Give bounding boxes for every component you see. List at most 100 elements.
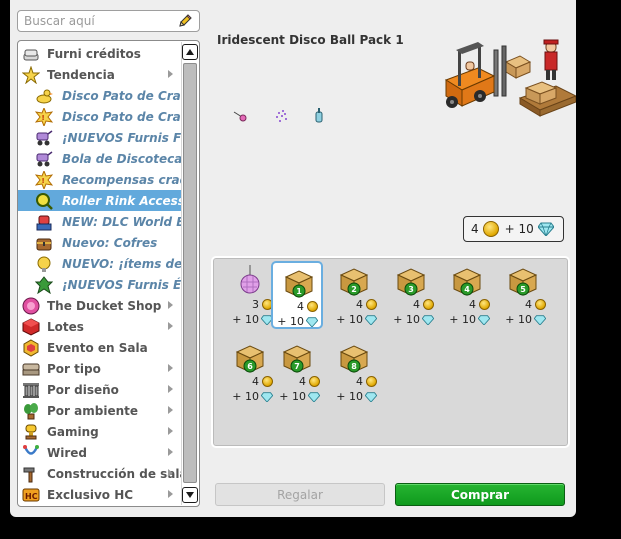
- columns-icon: [23, 382, 39, 398]
- offer-tile[interactable]: 7 4 + 10: [271, 338, 323, 406]
- chevron-right-icon[interactable]: [168, 448, 173, 456]
- nav-item[interactable]: The Ducket Shop: [18, 295, 181, 316]
- hc-icon: HC: [22, 488, 40, 501]
- gift-box-icon: 1: [284, 270, 314, 298]
- chevron-right-icon[interactable]: [168, 301, 173, 309]
- nav-item[interactable]: Gaming: [18, 421, 181, 442]
- nav-item[interactable]: Nuevo: Cofres: [18, 232, 181, 253]
- nav-item[interactable]: Por tipo: [18, 358, 181, 379]
- credit-coin-icon: [479, 299, 490, 310]
- box-number: 7: [294, 362, 300, 371]
- nav-item-label: NEW: DLC World Bag: [62, 214, 181, 229]
- nav-item-label: Por ambiente: [47, 403, 138, 418]
- offer-credits: 4: [413, 298, 420, 311]
- gift-button[interactable]: Regalar: [215, 483, 385, 506]
- pencil-icon[interactable]: [177, 13, 193, 29]
- nav-item[interactable]: Por diseño: [18, 379, 181, 400]
- diamond-icon: [478, 314, 490, 325]
- offer-credits-line: 4: [525, 298, 546, 311]
- nav-item-label: NUEVO: ¡ítems de Mo: [62, 256, 181, 271]
- nav-item[interactable]: ¡NUEVOS Furnis Élficos: [18, 274, 181, 295]
- nav-item[interactable]: HC Exclusivo HC: [18, 484, 181, 505]
- offer-credits-line: 4: [356, 298, 377, 311]
- category-panel: Furni créditos Tendencia Disco Pato de Cra…: [17, 40, 200, 507]
- box-number: 6: [247, 362, 253, 371]
- chevron-right-icon[interactable]: [168, 70, 173, 78]
- product-title: Iridescent Disco Ball Pack 1: [217, 33, 404, 47]
- nav-item-label: Disco Pato de Crafteo: [62, 109, 181, 124]
- box-number: 8: [351, 362, 357, 371]
- price-credits: 4: [471, 222, 479, 236]
- scroll-up-button[interactable]: [182, 44, 198, 60]
- stroller-icon: [36, 129, 53, 145]
- nav-item[interactable]: Tendencia: [18, 64, 181, 85]
- chevron-right-icon[interactable]: [168, 469, 173, 477]
- nav-item[interactable]: Bola de Discoteca Iridiscente: [18, 148, 181, 169]
- scroll-thumb[interactable]: [183, 63, 197, 483]
- chevron-right-icon[interactable]: [168, 322, 173, 330]
- offer-tile[interactable]: 3 4 + 10: [385, 261, 437, 329]
- disco-ball-icon: [240, 265, 260, 294]
- buy-button[interactable]: Comprar: [395, 483, 565, 506]
- nav-item-label: ¡NUEVOS Furnis Élficos: [62, 277, 181, 292]
- chevron-right-icon[interactable]: [168, 490, 173, 498]
- offer-tile[interactable]: 4 4 + 10: [441, 261, 493, 329]
- svg-text:HC: HC: [25, 492, 38, 501]
- nav-item[interactable]: Por ambiente: [18, 400, 181, 421]
- gift-box-icon: 4: [452, 268, 482, 296]
- gift-box-icon: 3: [396, 268, 426, 296]
- offer-diamonds: + 10: [232, 313, 259, 326]
- nav-item-label: Disco Pato de Crafteo: [62, 88, 181, 103]
- search-input[interactable]: [24, 11, 174, 31]
- offer-tile[interactable]: 1 4 + 10: [271, 261, 323, 329]
- nav-item[interactable]: Roller Rink Accessories: [18, 190, 181, 211]
- offer-diamonds: + 10: [279, 390, 306, 403]
- pack-preview-items: [233, 108, 323, 123]
- offer-credits-line: 4: [469, 298, 490, 311]
- offer-diamonds: + 10: [336, 313, 363, 326]
- magnifier-icon: [36, 192, 53, 210]
- diamond-icon: [537, 222, 554, 236]
- nav-item[interactable]: ! Disco Pato de Crafteo: [18, 106, 181, 127]
- scroll-down-button[interactable]: [182, 487, 198, 503]
- svg-text:!: !: [42, 114, 45, 122]
- category-list: Furni créditos Tendencia Disco Pato de Cra…: [18, 43, 181, 505]
- catalog-window: Furni créditos Tendencia Disco Pato de Cra…: [10, 0, 576, 517]
- nav-item[interactable]: NUEVO: ¡ítems de Mo: [18, 253, 181, 274]
- offer-grid: 3 + 10 1 4 + 10 2 4 + 10 3 4 + 10 4 4 + 10 5 4 + 10 6 4 + 1…: [211, 256, 570, 448]
- nav-item[interactable]: Furni créditos: [18, 43, 181, 64]
- nav-item[interactable]: ! Recompensas craqueables: [18, 169, 181, 190]
- nav-item[interactable]: Disco Pato de Crafteo: [18, 85, 181, 106]
- cube-icon: [22, 317, 40, 336]
- chevron-right-icon[interactable]: [168, 385, 173, 393]
- nav-item[interactable]: Lotes: [18, 316, 181, 337]
- box-number: 5: [520, 285, 526, 294]
- offer-tile[interactable]: 3 + 10: [224, 261, 276, 329]
- offer-credits-line: 4: [356, 375, 377, 388]
- offer-diamonds-line: + 10: [232, 313, 273, 326]
- offer-tile[interactable]: 5 4 + 10: [497, 261, 549, 329]
- category-scrollbar[interactable]: [181, 42, 198, 505]
- offer-credits: 4: [469, 298, 476, 311]
- chevron-right-icon[interactable]: [168, 406, 173, 414]
- nav-item[interactable]: NEW: DLC World Bag: [18, 211, 181, 232]
- credit-coin-icon: [482, 221, 499, 237]
- offer-diamonds-line: + 10: [505, 313, 546, 326]
- nav-item[interactable]: Wired: [18, 442, 181, 463]
- chevron-right-icon[interactable]: [168, 364, 173, 372]
- offer-tile[interactable]: 2 4 + 10: [328, 261, 380, 329]
- nav-item[interactable]: Construcción de salas: [18, 463, 181, 484]
- nav-item[interactable]: ¡NUEVOS Furnis Fiesta: [18, 127, 181, 148]
- chevron-right-icon[interactable]: [168, 427, 173, 435]
- nav-item[interactable]: Evento en Sala: [18, 337, 181, 358]
- offer-tile[interactable]: 6 4 + 10: [224, 338, 276, 406]
- offer-credits: 4: [356, 375, 363, 388]
- nav-item-label: Tendencia: [47, 67, 115, 82]
- price-display: 4 + 10: [463, 216, 564, 242]
- search-box[interactable]: [17, 10, 200, 32]
- offer-tile[interactable]: 8 4 + 10: [328, 338, 380, 406]
- robot-icon: [36, 215, 52, 230]
- leaf-icon: [35, 275, 53, 294]
- offer-credits-line: 4: [299, 375, 320, 388]
- diamond-icon: [306, 316, 318, 327]
